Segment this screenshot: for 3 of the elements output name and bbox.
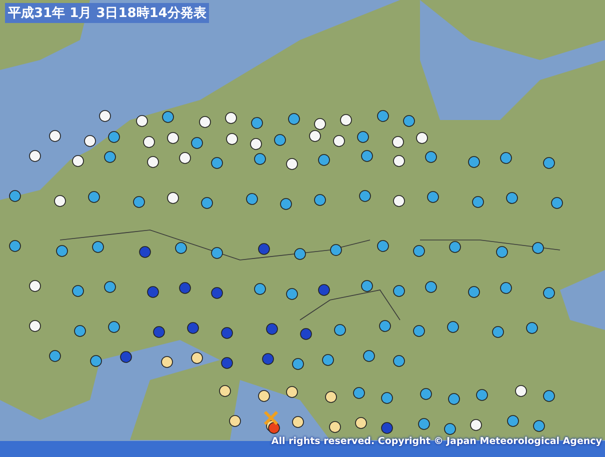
epicenter-cross-icon: [264, 410, 278, 426]
copyright-text: All rights reserved. Copyright © Japan Meteorological Agency: [271, 436, 602, 447]
issue-time-title: 平成31年 1月 3日18時14分発表: [5, 3, 210, 23]
